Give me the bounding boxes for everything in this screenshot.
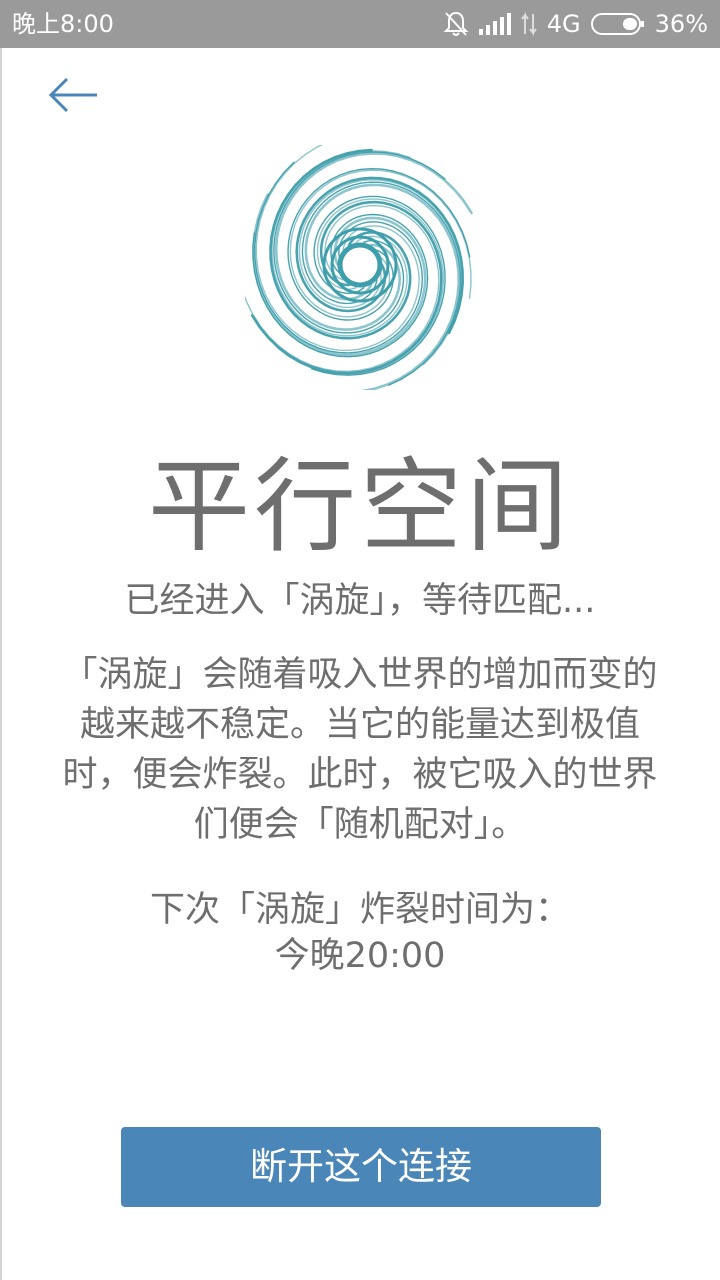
battery-icon (590, 12, 645, 36)
back-button[interactable] (40, 70, 106, 124)
status-time: 晚上8:00 (12, 10, 114, 38)
screen: 晚上8:00 4G 36% 平行空间 已经进入「涡旋」，等待匹配... 「涡旋」… (0, 0, 720, 1280)
bell-off-icon (443, 10, 469, 38)
arrow-left-icon (47, 75, 99, 119)
signal-bars-icon (478, 13, 511, 35)
next-burst-time: 今晚20:00 (274, 936, 446, 976)
vortex-spiral-icon (237, 140, 475, 394)
page-title: 平行空间 (148, 448, 572, 567)
network-type: 4G (546, 10, 581, 38)
next-burst-label: 下次「涡旋」炸裂时间为： (149, 890, 570, 930)
data-arrows-icon (520, 12, 537, 36)
vortex-ring (337, 242, 383, 288)
battery-level: 36% (654, 10, 708, 38)
vortex-description: 「涡旋」会随着吸入世界的增加而变的越来越不稳定。当它的能量达到极值时，便会炸裂。… (62, 655, 658, 845)
disconnect-button[interactable]: 断开这个连接 (121, 1127, 601, 1207)
left-edge-divider (0, 48, 2, 1280)
status-indicators: 4G 36% (443, 9, 708, 39)
status-message: 已经进入「涡旋」，等待匹配... (124, 581, 596, 621)
status-bar: 晚上8:00 4G 36% (0, 0, 720, 48)
